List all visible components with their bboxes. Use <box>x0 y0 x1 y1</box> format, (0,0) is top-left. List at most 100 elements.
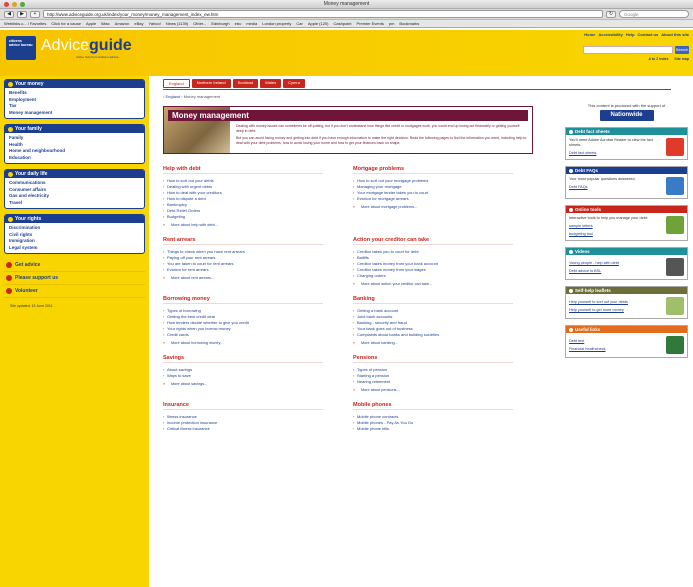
sidebar-item[interactable]: Education <box>9 155 140 162</box>
top-link[interactable]: Accessibility <box>598 32 622 37</box>
sidebar-extra-link[interactable]: Get advice <box>4 259 145 272</box>
bookmark-item[interactable]: ebu <box>235 21 242 26</box>
more-link[interactable]: More about borrowing money... <box>163 341 353 345</box>
country-tab[interactable]: England <box>163 79 190 88</box>
window-controls[interactable] <box>4 2 25 7</box>
breadcrumb-home[interactable]: England <box>165 94 180 99</box>
section-heading[interactable]: Savings <box>163 355 323 363</box>
back-button[interactable]: ◀ <box>4 10 14 18</box>
add-bookmark-button[interactable]: + <box>30 10 40 18</box>
section-link[interactable]: Ways to save <box>163 373 353 379</box>
site-search-input[interactable] <box>583 46 673 54</box>
more-link[interactable]: More about banking... <box>353 341 533 345</box>
side-panel-link[interactable]: Young people - help with debt <box>569 261 663 266</box>
bookmark-item[interactable]: Yahoo! <box>148 21 160 26</box>
side-panel-link[interactable]: Debt test <box>569 339 663 344</box>
adviceguide-logo[interactable]: Adviceguide <box>41 37 132 55</box>
top-link[interactable]: About this site <box>661 32 689 37</box>
section-link[interactable]: Eviction for rent arrears <box>163 267 353 273</box>
side-panel-link[interactable]: Financial healthcheck <box>569 347 663 352</box>
section-link[interactable]: Nearing retirement <box>353 379 533 385</box>
section-link[interactable]: Charging orders <box>353 273 533 279</box>
top-link[interactable]: Contact us <box>638 32 659 37</box>
side-panel-link[interactable]: budgeting tool <box>569 232 663 237</box>
bookmark-item[interactable]: pm <box>389 21 395 26</box>
section-heading[interactable]: Rent arrears <box>163 237 323 245</box>
bookmark-item[interactable]: Bookmarks <box>399 21 419 26</box>
reload-button[interactable]: ↻ <box>606 10 616 18</box>
country-tab[interactable]: Wales <box>260 79 282 88</box>
section-link[interactable]: Complaints about banks and building soci… <box>353 332 533 338</box>
zoom-icon[interactable] <box>20 2 25 7</box>
section-heading[interactable]: Insurance <box>163 402 323 410</box>
side-panel-text: Your most popular questions answered. Deb… <box>569 177 663 195</box>
side-panel-link[interactable]: Debt fact sheets <box>569 151 663 156</box>
section-heading[interactable]: Mobile phones <box>353 402 513 410</box>
top-link[interactable]: Help <box>626 32 635 37</box>
sidebar-item[interactable]: Legal system <box>9 245 140 252</box>
more-link[interactable]: More about rent arrears... <box>163 276 353 280</box>
browser-search-input[interactable]: Google <box>619 10 689 18</box>
bookmark-item[interactable]: Edinburgh <box>211 21 229 26</box>
sub-tool-link[interactable]: A to Z index <box>649 57 669 61</box>
more-link[interactable]: More about action your creditor can take… <box>353 282 533 286</box>
bookmark-item[interactable]: iMac <box>101 21 109 26</box>
bookmark-item[interactable]: Other... <box>193 21 206 26</box>
side-panel-link[interactable]: Debt advice in BSL <box>569 269 663 274</box>
section-link[interactable]: Credit cards <box>163 332 353 338</box>
sidebar-heading[interactable]: Your money <box>5 80 144 88</box>
panel-illustration-icon <box>666 258 684 276</box>
bookmark-item[interactable]: Apple <box>86 21 96 26</box>
more-link[interactable]: More about pensions... <box>353 388 533 392</box>
bookmark-item[interactable]: Premier Events <box>357 21 384 26</box>
minimize-icon[interactable] <box>12 2 17 7</box>
bookmark-item[interactable]: News (1139) <box>166 21 188 26</box>
side-panel-link[interactable]: Help yourself to sort out your debts <box>569 300 663 305</box>
bookmark-item[interactable]: Cashpoint <box>334 21 352 26</box>
section-heading[interactable]: Banking <box>353 296 513 304</box>
sub-tool-link[interactable]: Site map <box>674 57 689 61</box>
top-link[interactable]: Home <box>584 32 595 37</box>
section-link[interactable]: Budgeting <box>163 214 353 220</box>
bookmark-item[interactable]: London property <box>262 21 291 26</box>
sidebar-item[interactable]: Money management <box>9 110 140 117</box>
section-link[interactable]: Eviction for mortgage arrears <box>353 196 533 202</box>
more-link[interactable]: More about help with debt... <box>163 223 353 227</box>
country-tab[interactable]: Northern Ireland <box>191 79 231 88</box>
side-panel-link[interactable]: Debt FAQs <box>569 185 663 190</box>
cab-logo[interactable]: citizens advice bureau <box>6 36 36 60</box>
search-button[interactable]: Search <box>675 46 689 54</box>
nationwide-logo[interactable]: Nationwide <box>599 110 654 121</box>
bullet-icon <box>569 327 573 332</box>
country-tab[interactable]: Scotland <box>232 79 259 88</box>
bookmark-item[interactable]: Apple (120) <box>308 21 329 26</box>
side-panel-link[interactable]: Help yourself to get more money <box>569 308 663 313</box>
bookmark-item[interactable]: Weblinks.c... / Favorites <box>4 21 46 26</box>
forward-button[interactable]: ▶ <box>17 10 27 18</box>
section-link[interactable]: Critical illness insurance <box>163 426 353 432</box>
section-heading[interactable]: Help with debt <box>163 166 323 174</box>
bookmark-item[interactable]: media <box>246 21 257 26</box>
more-link[interactable]: More about mortgage problems... <box>353 205 533 209</box>
sidebar-extra-link[interactable]: Volunteer <box>4 285 145 298</box>
bookmark-item[interactable]: Click for a cause <box>51 21 81 26</box>
close-icon[interactable] <box>4 2 9 7</box>
bookmark-item[interactable]: eBay <box>134 21 143 26</box>
section-heading[interactable]: Pensions <box>353 355 513 363</box>
section-heading[interactable]: Borrowing money <box>163 296 323 304</box>
side-panel-link[interactable]: sample letters <box>569 224 663 229</box>
bookmark-item[interactable]: Amazon <box>115 21 130 26</box>
sidebar-heading[interactable]: Your rights <box>5 215 144 223</box>
section-heading[interactable]: Action your creditor can take <box>353 237 513 245</box>
address-bar[interactable]: http://www.adviceguide.org.uk/index/your… <box>43 10 603 18</box>
sidebar-item[interactable]: Travel <box>9 200 140 207</box>
country-tab[interactable]: Cymru <box>283 79 305 88</box>
bookmark-item[interactable]: Car <box>296 21 302 26</box>
section-heading[interactable]: Mortgage problems <box>353 166 513 174</box>
sidebar-heading[interactable]: Your daily life <box>5 170 144 178</box>
more-link[interactable]: More about savings... <box>163 382 353 386</box>
section-link[interactable]: Mobile phone bills <box>353 426 533 432</box>
breadcrumb: › England › Money management <box>163 94 221 99</box>
sidebar-extra-link[interactable]: Please support us <box>4 272 145 285</box>
sidebar-heading[interactable]: Your family <box>5 125 144 133</box>
